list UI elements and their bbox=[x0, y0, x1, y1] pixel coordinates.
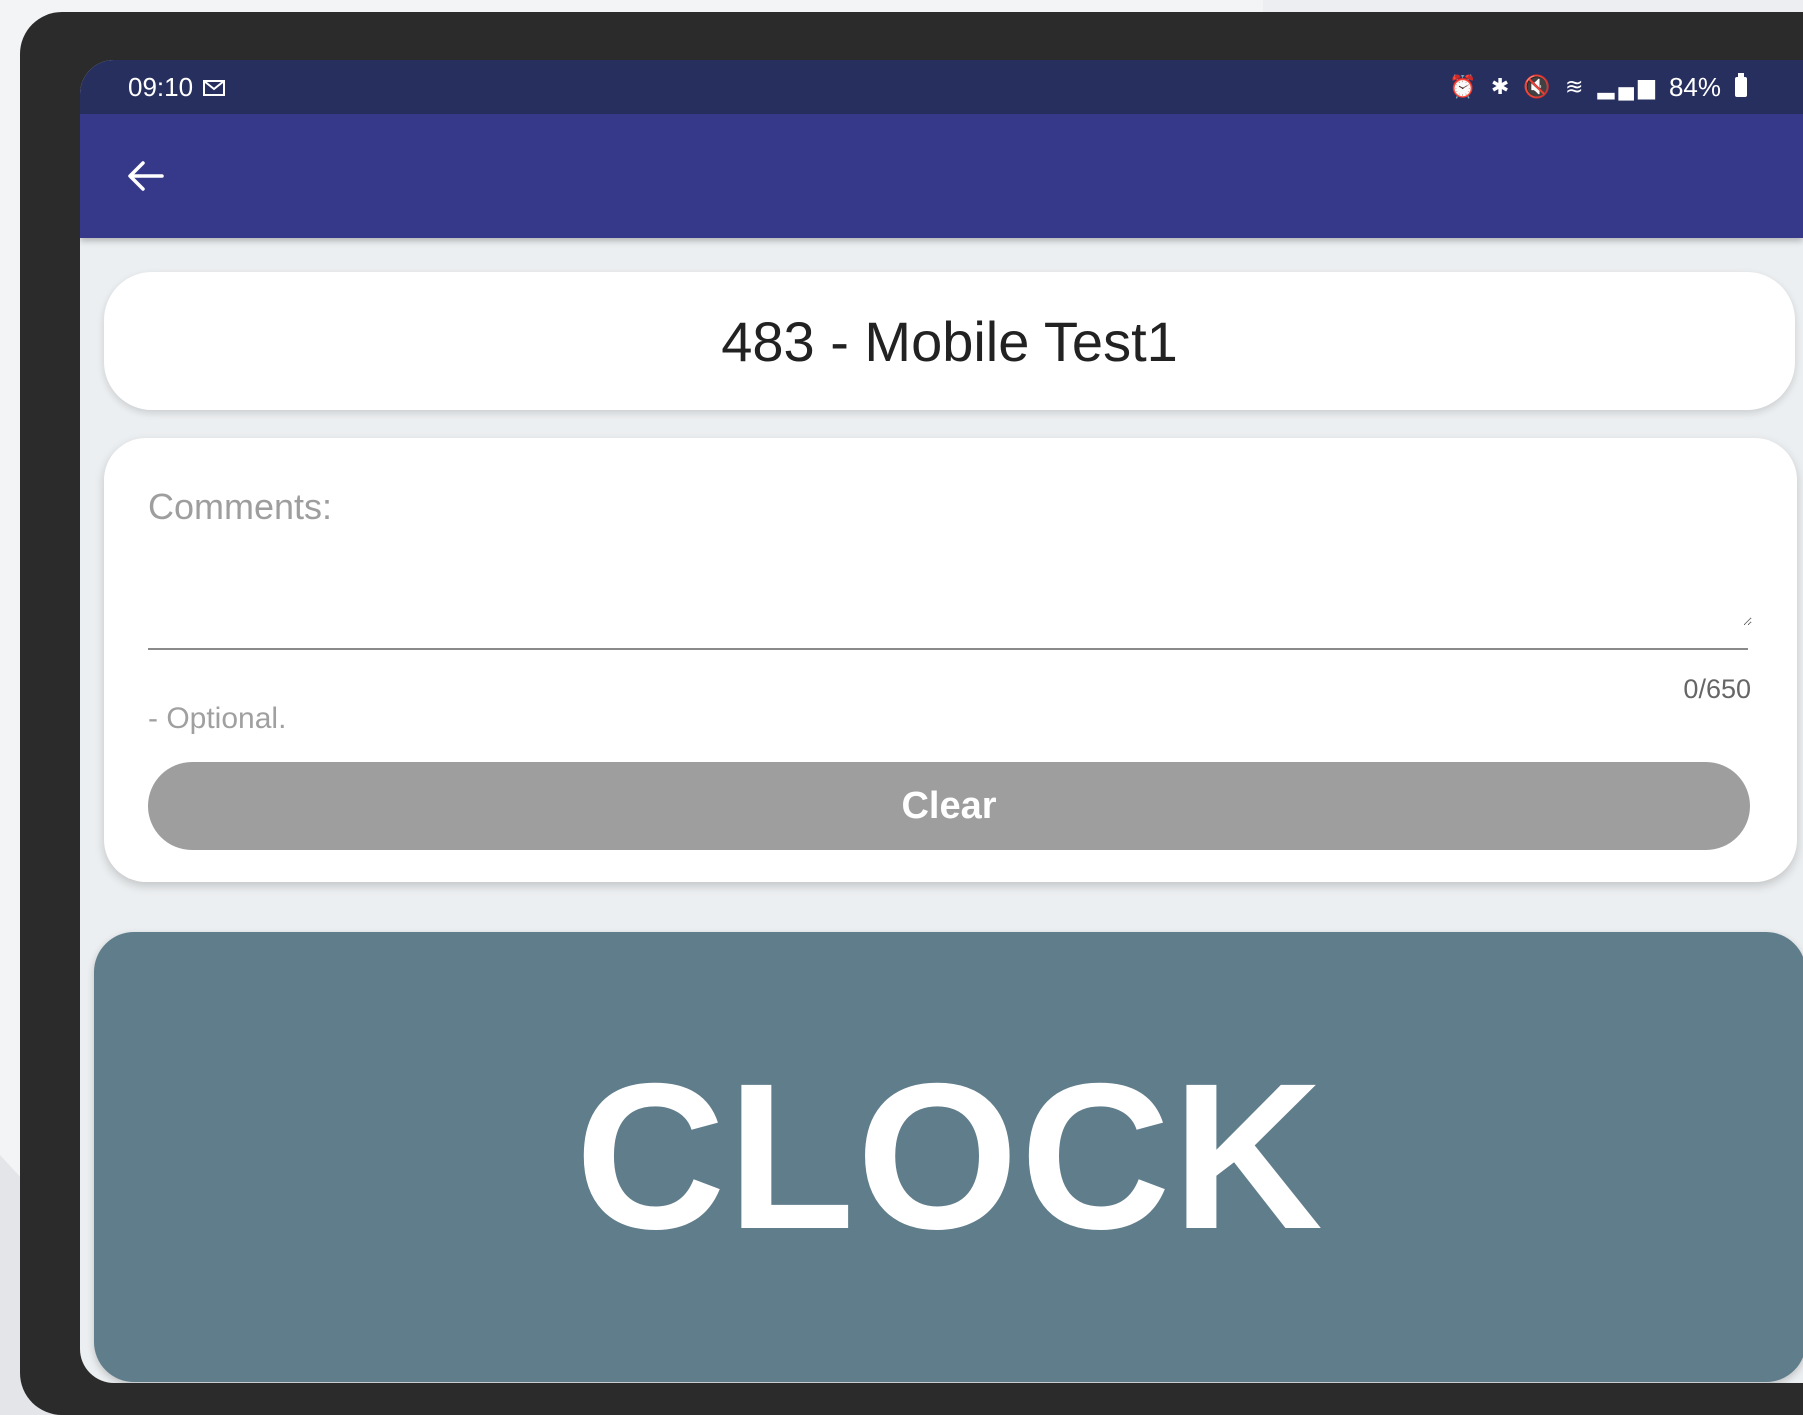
app-bar bbox=[80, 114, 1803, 238]
comments-card: Comments: 0/650 - Optional. Clear bbox=[104, 438, 1797, 882]
back-button[interactable] bbox=[118, 149, 172, 203]
clock-label: CLOCK bbox=[575, 1040, 1325, 1273]
bluetooth-icon: ✱ bbox=[1490, 74, 1514, 99]
char-counter: 0/650 bbox=[1683, 674, 1751, 704]
job-title: 483 - Mobile Test1 bbox=[721, 309, 1178, 373]
status-right: ⏰ ✱ 🔇 ≋ ▂▄▆ 84% bbox=[1449, 72, 1747, 103]
tablet-frame: 09:10 ⏰ ✱ 🔇 ≋ ▂▄▆ 84% 483 - Mobile Test1… bbox=[20, 12, 1803, 1415]
alarm-icon: ⏰ bbox=[1449, 74, 1481, 99]
status-icons: ⏰ ✱ 🔇 ≋ ▂▄▆ bbox=[1449, 74, 1659, 100]
arrow-left-icon bbox=[128, 161, 164, 191]
wifi-icon: ≋ bbox=[1564, 74, 1588, 99]
signal-icon: ▂▄▆ bbox=[1597, 74, 1659, 99]
helper-text: - Optional. bbox=[148, 702, 287, 735]
status-left: 09:10 bbox=[128, 71, 226, 103]
mail-icon bbox=[203, 72, 226, 103]
job-title-card: 483 - Mobile Test1 bbox=[104, 272, 1795, 410]
input-underline bbox=[148, 648, 1748, 650]
status-time: 09:10 bbox=[128, 71, 194, 102]
comments-field[interactable] bbox=[148, 542, 1752, 626]
battery-icon bbox=[1735, 73, 1747, 97]
app-screen: 09:10 ⏰ ✱ 🔇 ≋ ▂▄▆ 84% 483 - Mobile Test1… bbox=[80, 60, 1803, 1383]
status-bar: 09:10 ⏰ ✱ 🔇 ≋ ▂▄▆ 84% bbox=[80, 60, 1803, 114]
mute-icon: 🔇 bbox=[1523, 74, 1555, 99]
clear-button[interactable]: Clear bbox=[148, 762, 1750, 850]
clock-button[interactable]: CLOCK bbox=[94, 932, 1803, 1382]
comments-label: Comments: bbox=[148, 486, 333, 527]
battery-percent: 84% bbox=[1668, 71, 1721, 102]
